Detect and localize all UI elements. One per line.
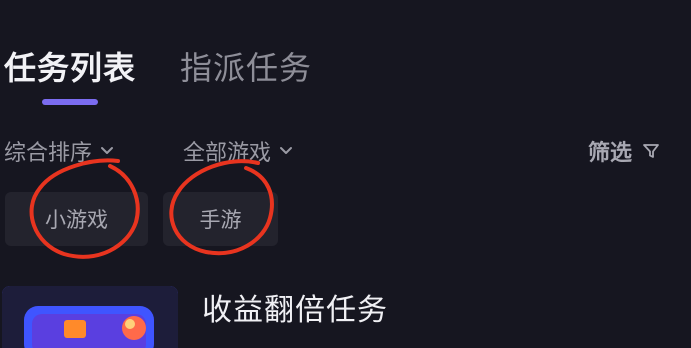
task-title[interactable]: 收益翻倍任务 [202,292,388,330]
game-dropdown-label: 全部游戏 [183,141,272,166]
filter-funnel-icon [643,144,659,158]
tab-assigned-tasks[interactable]: 指派任务 [180,48,312,88]
chip-mini-games[interactable]: 小游戏 [5,192,148,246]
game-dropdown[interactable]: 全部游戏 [183,135,293,167]
chevron-down-icon [280,147,293,154]
sort-dropdown-label: 综合排序 [4,141,93,166]
chip-mini-games-label: 小游戏 [45,208,108,232]
sort-dropdown[interactable]: 综合排序 [4,135,114,167]
app-screen: 任务列表 指派任务 综合排序 全部游戏 筛选 小游戏 手游 收益翻倍任务 [0,0,691,348]
chevron-down-icon [101,147,114,154]
game-controller-thumbnail [2,286,178,348]
chip-mobile-games[interactable]: 手游 [163,192,278,246]
filter-button-label: 筛选 [588,141,633,166]
active-tab-indicator [42,99,98,105]
tab-task-list[interactable]: 任务列表 [4,48,136,88]
task-thumbnail[interactable] [2,286,178,348]
chip-mobile-games-label: 手游 [199,208,242,232]
filter-button[interactable]: 筛选 [588,135,660,167]
